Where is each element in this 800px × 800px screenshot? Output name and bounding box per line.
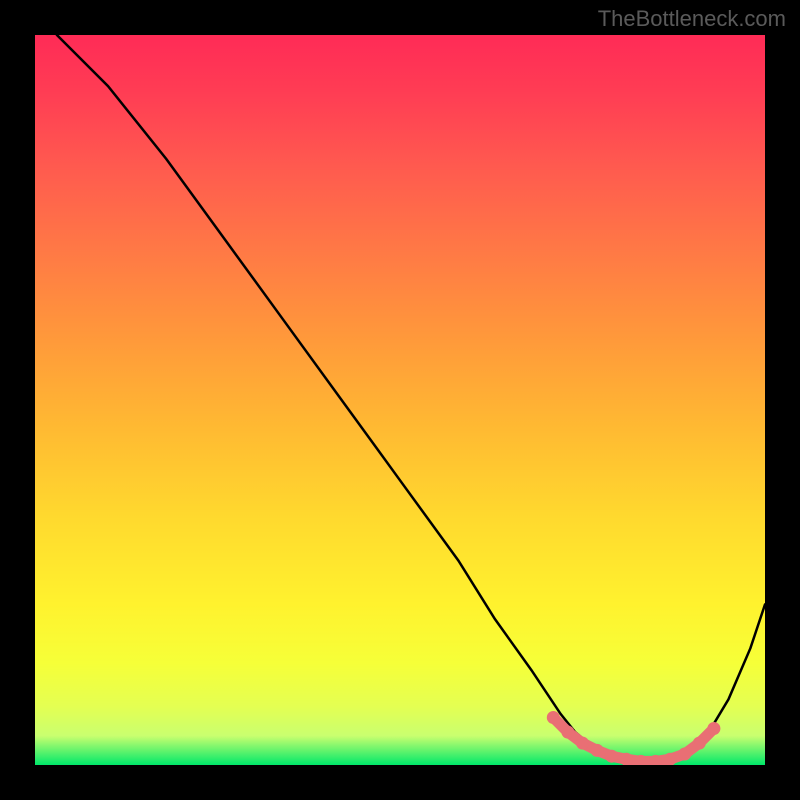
optimal-zone-point bbox=[591, 744, 604, 757]
chart-plot-area bbox=[35, 35, 765, 765]
optimal-zone-point bbox=[561, 726, 574, 739]
optimal-zone-point bbox=[678, 748, 691, 761]
chart-svg bbox=[35, 35, 765, 765]
optimal-zone-point bbox=[707, 722, 720, 735]
optimal-zone-point bbox=[605, 750, 618, 763]
watermark-text: TheBottleneck.com bbox=[598, 6, 786, 32]
optimal-zone-point bbox=[547, 711, 560, 724]
bottleneck-curve-line bbox=[57, 35, 765, 763]
optimal-zone-markers bbox=[547, 711, 721, 765]
optimal-zone-point bbox=[693, 737, 706, 750]
optimal-zone-point bbox=[576, 737, 589, 750]
